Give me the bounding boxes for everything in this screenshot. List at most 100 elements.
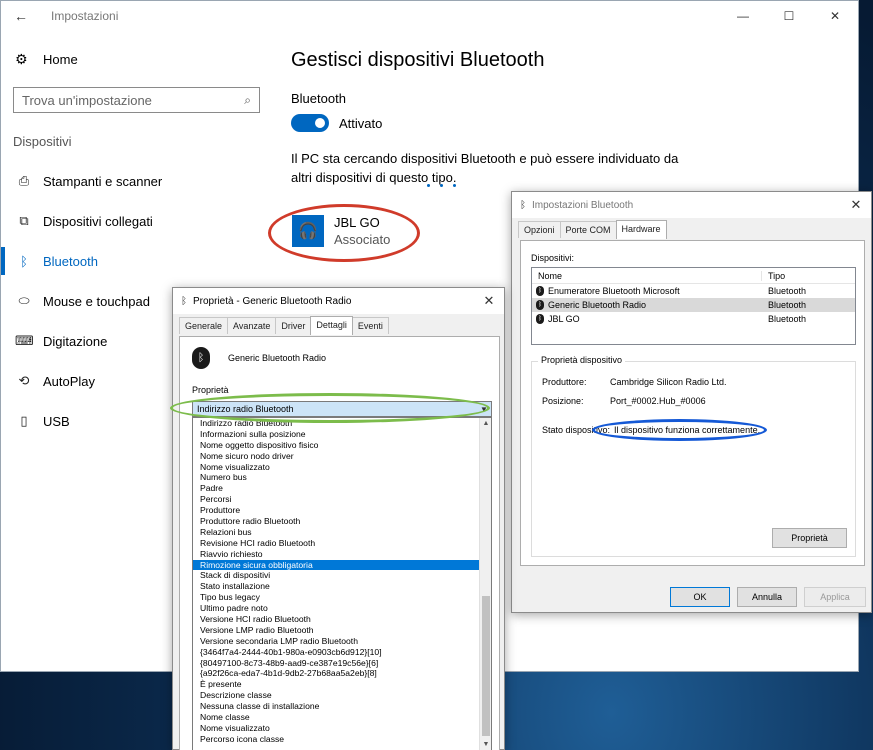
list-item[interactable]: ᛒ JBL GO Bluetooth bbox=[532, 312, 855, 326]
dropdown-option[interactable]: Tipo bus legacy bbox=[193, 592, 481, 603]
bluetooth-icon: ᛒ bbox=[192, 347, 210, 369]
position-row: Posizione: Port_#0002.Hub_#0006 bbox=[542, 396, 706, 406]
maximize-button[interactable]: ☐ bbox=[766, 1, 812, 31]
scroll-thumb[interactable] bbox=[482, 596, 490, 736]
bluetooth-toggle-row: Attivato bbox=[291, 114, 382, 132]
dropdown-option[interactable]: Produttore radio Bluetooth bbox=[193, 516, 481, 527]
dropdown-option[interactable]: Nome sicuro nodo driver bbox=[193, 451, 481, 462]
dropdown-option[interactable]: {80497100-8c73-48b9-aad9-ce387e19c56e}[6… bbox=[193, 658, 481, 669]
dropdown-option[interactable]: Percorso icona classe bbox=[193, 734, 481, 745]
sidebar-item-label: Digitazione bbox=[43, 333, 108, 349]
dropdown-option[interactable]: Nome visualizzato bbox=[193, 723, 481, 734]
ok-button[interactable]: OK bbox=[670, 587, 730, 607]
dropdown-option[interactable]: {a92f26ca-eda7-4b1d-9db2-27b68aa5a2eb}[8… bbox=[193, 668, 481, 679]
device-row-name: Enumeratore Bluetooth Microsoft bbox=[548, 286, 680, 296]
position-value: Port_#0002.Hub_#0006 bbox=[610, 396, 706, 406]
dropdown-option[interactable]: Nome visualizzato bbox=[193, 462, 481, 473]
tab-hardware[interactable]: Hardware bbox=[615, 220, 667, 239]
chevron-down-icon[interactable]: ▼ bbox=[477, 405, 491, 414]
sidebar-item-label: AutoPlay bbox=[43, 373, 96, 389]
sidebar-item-label: Mouse e touchpad bbox=[43, 293, 150, 309]
status-row: Stato dispositivo: Il dispositivo funzio… bbox=[542, 425, 760, 435]
property-select[interactable]: Indirizzo radio Bluetooth ▼ bbox=[192, 401, 492, 417]
dropdown-option[interactable]: Percorsi bbox=[193, 494, 481, 505]
device-properties-group: Proprietà dispositivo Produttore: Cambri… bbox=[531, 355, 856, 557]
dropdown-option[interactable]: Versione HCI radio Bluetooth bbox=[193, 614, 481, 625]
device-row-type: Bluetooth bbox=[768, 286, 807, 296]
list-item[interactable]: ᛒ Generic Bluetooth Radio Bluetooth bbox=[532, 298, 855, 312]
dropdown-option[interactable]: Riavvio richiesto bbox=[193, 549, 481, 560]
device-name: JBL GO bbox=[334, 215, 380, 230]
dropdown-option[interactable]: Stack di dispositivi bbox=[193, 570, 481, 581]
apply-button[interactable]: Applica bbox=[804, 587, 866, 607]
scroll-down-icon[interactable]: ▼ bbox=[480, 739, 491, 750]
back-arrow-icon[interactable]: ← bbox=[1, 8, 41, 24]
discovery-description: Il PC sta cercando dispositivi Bluetooth… bbox=[291, 151, 679, 185]
dropdown-option[interactable]: Versione LMP radio Bluetooth bbox=[193, 625, 481, 636]
tab-com-ports[interactable]: Porte COM bbox=[559, 221, 617, 238]
column-header-type[interactable]: Tipo bbox=[762, 271, 785, 281]
close-icon[interactable]: ✕ bbox=[474, 293, 504, 309]
scroll-up-icon[interactable]: ▲ bbox=[480, 418, 491, 430]
devices-list: Nome Tipo ᛒ Enumeratore Bluetooth Microso… bbox=[531, 267, 856, 345]
properties-button[interactable]: Proprietà bbox=[772, 528, 847, 548]
search-box[interactable]: ⌕ bbox=[13, 87, 260, 113]
dropdown-option[interactable]: {3464f7a4-2444-40b1-980a-e0903cb6d912}[1… bbox=[193, 647, 481, 658]
home-link[interactable]: ⚙ Home bbox=[15, 51, 78, 68]
tab-details[interactable]: Dettagli bbox=[310, 316, 353, 335]
manufacturer-row: Produttore: Cambridge Silicon Radio Ltd. bbox=[542, 377, 727, 387]
keyboard-icon: ⌨ bbox=[15, 333, 34, 348]
dropdown-option[interactable]: Descrizione classe bbox=[193, 690, 481, 701]
bluetooth-label: Bluetooth bbox=[291, 91, 346, 106]
dropdown-option[interactable]: È presente bbox=[193, 679, 481, 690]
status-value: Il dispositivo funziona correttamente. bbox=[614, 425, 761, 435]
search-input[interactable] bbox=[22, 92, 245, 108]
tab-options[interactable]: Opzioni bbox=[518, 221, 561, 238]
sidebar-item-label: USB bbox=[43, 413, 70, 429]
dialog-tabs: Generale Avanzate Driver Dettagli Eventi bbox=[173, 314, 504, 335]
close-button[interactable]: ✕ bbox=[812, 1, 858, 31]
bluetooth-icon: ᛒ bbox=[20, 253, 28, 269]
position-label: Posizione: bbox=[542, 396, 584, 406]
dropdown-option[interactable]: Nome classe bbox=[193, 712, 481, 723]
dialog-title: Impostazioni Bluetooth bbox=[532, 199, 634, 211]
dropdown-option[interactable]: Indirizzo radio Bluetooth bbox=[193, 418, 481, 429]
minimize-button[interactable]: — bbox=[720, 1, 766, 31]
bluetooth-icon: ᛒ bbox=[536, 300, 544, 310]
dropdown-option[interactable]: Produttore bbox=[193, 505, 481, 516]
devices-label: Dispositivi: bbox=[531, 253, 575, 263]
dropdown-option[interactable]: Numero bus bbox=[193, 472, 481, 483]
dropdown-option[interactable]: Stato installazione bbox=[193, 581, 481, 592]
dropdown-scrollbar[interactable]: ▲ ▼ bbox=[479, 418, 491, 750]
tab-advanced[interactable]: Avanzate bbox=[227, 317, 277, 334]
dropdown-option[interactable]: Padre bbox=[193, 483, 481, 494]
dropdown-option[interactable]: Versione secondaria LMP radio Bluetooth bbox=[193, 636, 481, 647]
property-select-value: Indirizzo radio Bluetooth bbox=[197, 404, 294, 414]
dropdown-option[interactable]: Nome oggetto dispositivo fisico bbox=[193, 440, 481, 451]
usb-icon: ▯ bbox=[20, 413, 28, 428]
sidebar-item-bluetooth[interactable]: ᛒ Bluetooth bbox=[1, 241, 271, 281]
dropdown-option[interactable]: Rimozione sicura obbligatoria bbox=[193, 559, 481, 571]
bluetooth-icon: ᛒ bbox=[181, 295, 187, 307]
dropdown-option[interactable]: Ultimo padre noto bbox=[193, 603, 481, 614]
list-item[interactable]: ᛒ Enumeratore Bluetooth Microsoft Bluetoo… bbox=[532, 284, 855, 298]
sidebar-item-connected-devices[interactable]: ⧉ Dispositivi collegati bbox=[1, 201, 271, 241]
cancel-button[interactable]: Annulla bbox=[737, 587, 797, 607]
dropdown-option[interactable]: Relazioni bus bbox=[193, 527, 481, 538]
bluetooth-icon: ᛒ bbox=[536, 314, 544, 324]
paired-device-jbl[interactable]: 🎧 JBL GO Associato bbox=[292, 214, 390, 248]
close-icon[interactable]: ✕ bbox=[841, 197, 871, 213]
dropdown-option[interactable]: Nessuna classe di installazione bbox=[193, 701, 481, 712]
list-header: Nome Tipo bbox=[532, 268, 855, 284]
column-header-name[interactable]: Nome bbox=[532, 270, 762, 281]
bluetooth-toggle[interactable] bbox=[291, 114, 329, 132]
search-icon[interactable]: ⌕ bbox=[244, 93, 251, 108]
tab-driver[interactable]: Driver bbox=[275, 317, 312, 334]
sidebar-item-printers[interactable]: ⎙ Stampanti e scanner bbox=[1, 161, 271, 201]
dropdown-option[interactable]: Informazioni sulla posizione bbox=[193, 429, 481, 440]
tab-general[interactable]: Generale bbox=[179, 317, 229, 334]
toggle-state-label: Attivato bbox=[339, 115, 383, 131]
tab-events[interactable]: Eventi bbox=[351, 317, 389, 334]
sidebar-item-label: Dispositivi collegati bbox=[43, 213, 153, 229]
dropdown-option[interactable]: Revisione HCI radio Bluetooth bbox=[193, 538, 481, 549]
